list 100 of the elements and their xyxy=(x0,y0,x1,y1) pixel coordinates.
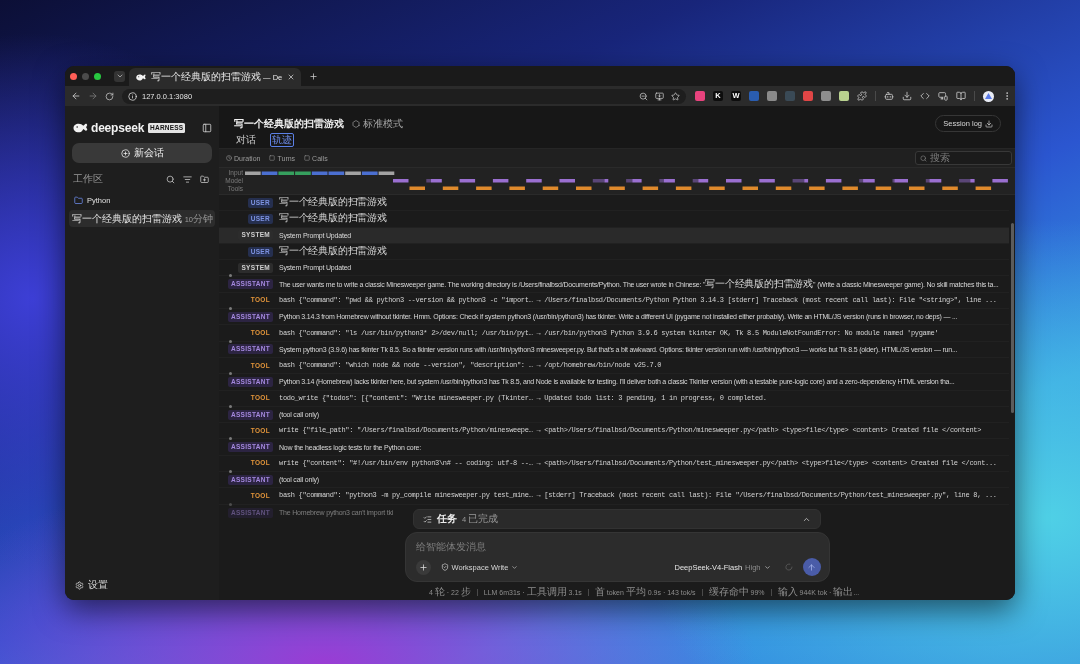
search-input[interactable]: 搜索 xyxy=(930,152,1007,164)
checklist-icon xyxy=(423,514,432,524)
tool-bar xyxy=(709,186,725,190)
extension-icon[interactable] xyxy=(839,91,849,101)
reload-icon[interactable] xyxy=(105,91,114,101)
model-bar xyxy=(692,179,709,183)
sidebar-toggle-icon[interactable] xyxy=(202,123,212,133)
model-bar xyxy=(959,179,975,183)
hexagon-icon xyxy=(352,119,360,128)
send-button[interactable] xyxy=(802,558,821,576)
dot-icon xyxy=(229,437,232,441)
monitor-icon[interactable] xyxy=(655,91,664,101)
tool-bar xyxy=(576,186,592,190)
tool-bar xyxy=(476,186,492,190)
message-text: 写一个经典版的扫雷游戏 xyxy=(279,195,387,210)
arrow-up-icon xyxy=(807,562,816,572)
new-chat-button[interactable]: 新会话 xyxy=(72,143,212,163)
model-bar xyxy=(592,179,609,183)
book-icon[interactable] xyxy=(956,91,966,101)
forward-icon[interactable] xyxy=(88,91,98,101)
view-tab[interactable]: 对话 xyxy=(234,132,258,147)
task-label: 任务 xyxy=(437,514,457,524)
tool-bar xyxy=(842,186,858,190)
star-icon[interactable] xyxy=(671,91,680,101)
code-icon[interactable] xyxy=(920,91,930,101)
settings-button[interactable]: 设置 xyxy=(69,580,108,590)
tool-bar xyxy=(775,186,792,190)
model-bar xyxy=(892,179,908,183)
model-bar xyxy=(426,179,442,183)
fish-icon xyxy=(136,73,146,81)
plus-circle-icon[interactable] xyxy=(120,148,130,158)
view-tab[interactable]: 轨迹 xyxy=(270,132,294,147)
tool-bar xyxy=(675,186,692,190)
chevron-down-icon xyxy=(763,563,771,571)
dot-icon xyxy=(229,339,232,343)
model-bar xyxy=(859,179,875,183)
dot-icon xyxy=(229,404,232,408)
mode-button[interactable]: 标准模式 xyxy=(352,118,403,129)
robot-icon[interactable] xyxy=(884,91,894,101)
puzzle-icon[interactable] xyxy=(857,91,867,101)
model-bar xyxy=(792,179,809,183)
message-input[interactable]: 给智能体发消息 xyxy=(415,539,821,553)
model-bar xyxy=(992,179,1008,183)
loader-icon xyxy=(784,563,793,571)
avatar-icon[interactable] xyxy=(983,90,994,102)
session-title: 写一个经典版的扫雷游戏 xyxy=(72,213,182,224)
message-text: 写一个经典版的扫雷游戏 xyxy=(279,211,387,226)
settings-icon xyxy=(75,580,84,590)
tool-bar xyxy=(509,186,525,190)
tool-bar xyxy=(942,186,958,190)
model-bar xyxy=(759,179,775,183)
tool-bar xyxy=(409,186,425,190)
folder-icon xyxy=(74,195,83,205)
tool-bar xyxy=(609,186,625,190)
info-icon[interactable] xyxy=(128,91,137,101)
add-button[interactable] xyxy=(415,559,431,575)
search-icon[interactable] xyxy=(166,174,175,184)
dot-icon xyxy=(229,502,232,506)
model-bar xyxy=(492,179,509,183)
search-icon xyxy=(920,154,927,162)
model-bar xyxy=(825,179,842,183)
section-label: 工作区 xyxy=(73,174,104,184)
download-icon xyxy=(985,119,993,128)
tool-bar xyxy=(875,186,892,190)
chat-title: 写一个经典版的扫雷游戏 xyxy=(234,118,344,129)
brand-name: deepseek xyxy=(91,121,145,135)
tool-bar xyxy=(909,186,925,190)
dot-icon xyxy=(229,372,232,376)
scrollbar-thumb[interactable] xyxy=(1010,223,1014,413)
dot-icon xyxy=(229,274,232,278)
dot-icon xyxy=(229,307,232,311)
clock-icon xyxy=(226,155,232,161)
shield-icon xyxy=(440,563,449,571)
model-bar xyxy=(726,179,742,183)
maximize-window-icon[interactable] xyxy=(94,72,101,80)
tool-bar xyxy=(975,186,992,190)
model-bar xyxy=(559,179,575,183)
model-bar xyxy=(393,179,409,183)
close-window-icon[interactable] xyxy=(70,72,77,80)
plus-icon xyxy=(418,562,428,572)
tool-bar xyxy=(809,186,825,190)
model-bar xyxy=(459,179,476,183)
tool-bar xyxy=(642,186,659,190)
extension-icon[interactable] xyxy=(695,91,705,101)
message-text: 写一个经典版的扫雷游戏 xyxy=(279,244,387,259)
chevron-down-icon xyxy=(511,563,519,571)
tool-bar xyxy=(442,186,459,190)
filter-icon[interactable] xyxy=(183,174,192,184)
back-icon[interactable] xyxy=(71,91,81,101)
new-tab-icon[interactable] xyxy=(309,71,319,81)
devices-icon[interactable] xyxy=(938,91,948,101)
model-bar xyxy=(626,179,642,183)
zoom-out-icon[interactable] xyxy=(639,91,648,101)
extension-icon[interactable] xyxy=(767,91,777,101)
download-icon[interactable] xyxy=(902,91,912,101)
folder-plus-icon[interactable] xyxy=(200,174,209,184)
close-icon[interactable] xyxy=(287,73,296,81)
tool-bar xyxy=(742,186,758,190)
search-field[interactable]: 搜索 xyxy=(915,151,1012,165)
extension-icon[interactable] xyxy=(821,91,831,101)
